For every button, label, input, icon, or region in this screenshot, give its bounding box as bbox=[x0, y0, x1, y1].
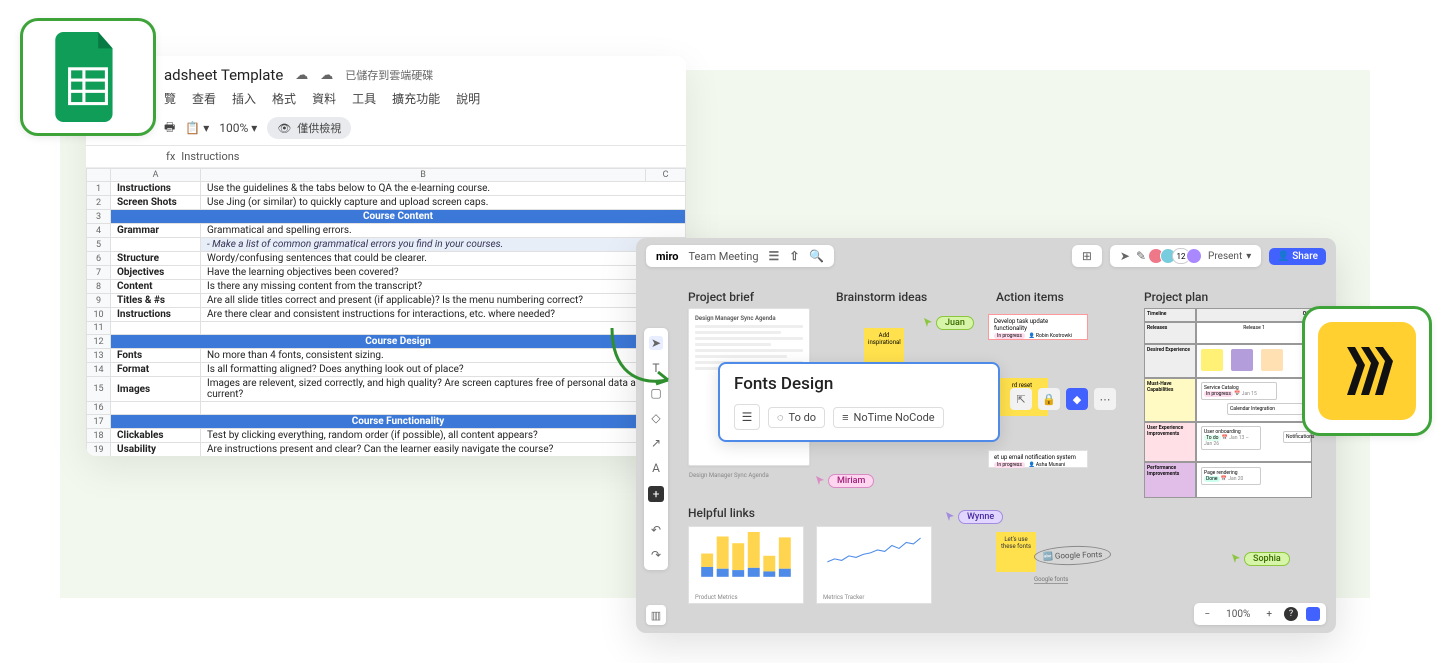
cursor-sophia: Sophia bbox=[1232, 552, 1290, 566]
miro-window: miro Team Meeting ☰ ⇧ 🔍 ⊞ ➤ ✎ 12 Present… bbox=[636, 238, 1336, 633]
plan-perf: Performance Improvements bbox=[1144, 462, 1196, 498]
frames-panel-icon[interactable]: ▥ bbox=[646, 605, 666, 625]
google-fonts-link[interactable]: 🔤 Google Fonts bbox=[1034, 545, 1112, 567]
more-icon[interactable]: ⋯ bbox=[1094, 388, 1116, 410]
sticky-fonts[interactable]: Let's use these fonts bbox=[996, 532, 1036, 572]
plan-desired: Desired Experience bbox=[1144, 344, 1196, 378]
upload-icon[interactable]: ⇧ bbox=[789, 249, 799, 263]
sheets-window: adsheet Template ☁ ☁ 已儲存到雲端硬碟 覽 查看 插入 格式… bbox=[86, 56, 686, 456]
spreadsheet-grid[interactable]: ABC1InstructionsUse the guidelines & the… bbox=[86, 168, 686, 456]
menu-insert[interactable]: 插入 bbox=[232, 90, 256, 107]
view-only-badge[interactable]: 👁僅供檢視 bbox=[267, 117, 351, 139]
menu-data[interactable]: 資料 bbox=[312, 90, 336, 107]
brief-title: Design Manager Sync Agenda bbox=[695, 315, 803, 322]
arrow-connector bbox=[606, 320, 686, 404]
help-icon[interactable]: ? bbox=[1284, 607, 1298, 621]
sheets-doc-title[interactable]: adsheet Template bbox=[164, 66, 283, 84]
avatars[interactable]: 12 bbox=[1152, 248, 1202, 264]
plan-desired-cells bbox=[1196, 344, 1312, 378]
cursor-miriam: Miriam bbox=[816, 474, 874, 488]
dashed-circle-icon: ◌ bbox=[777, 411, 784, 424]
heading-brainstorm: Brainstorm ideas bbox=[836, 290, 927, 304]
present-button[interactable]: Present ▾ bbox=[1208, 251, 1251, 262]
menu-format[interactable]: 格式 bbox=[272, 90, 296, 107]
heading-plan: Project plan bbox=[1144, 290, 1208, 304]
status-badge: In progress bbox=[994, 462, 1025, 468]
heading-brief: Project brief bbox=[688, 290, 754, 304]
print-icon[interactable]: 🖶 bbox=[164, 118, 175, 139]
clipboard-icon[interactable]: 📋 ▾ bbox=[185, 121, 209, 135]
plan-ux: User Experience Improvements bbox=[1144, 422, 1196, 462]
menu-view[interactable]: 查看 bbox=[192, 90, 216, 107]
cloud-saved-icon: ☁ bbox=[320, 68, 333, 83]
chart-product-metrics[interactable]: Product Metrics bbox=[688, 526, 804, 604]
gfonts-text[interactable]: Google fonts bbox=[1034, 576, 1068, 584]
cursor-wynne: Wynne bbox=[946, 510, 1003, 524]
zoom-level[interactable]: 100% bbox=[1222, 609, 1254, 620]
eye-icon: 👁 bbox=[277, 122, 291, 135]
zoom-out[interactable]: − bbox=[1200, 609, 1214, 620]
saved-status: 已儲存到雲端硬碟 bbox=[345, 67, 433, 83]
plan-q1: Q1 bbox=[1196, 308, 1312, 322]
chart-metrics-tracker[interactable]: Metrics Tracker bbox=[816, 526, 932, 604]
heading-links: Helpful links bbox=[688, 506, 755, 520]
action3-title: et up email notification system bbox=[994, 454, 1082, 461]
name-box[interactable]: fxInstructions bbox=[86, 146, 686, 168]
marker-icon[interactable]: ✎ bbox=[1136, 249, 1146, 263]
share-icon[interactable]: ☁ bbox=[295, 68, 308, 83]
plan-perf-cell: Page rendering Done 📅 Jan 20 bbox=[1196, 462, 1312, 498]
stack-icon: ≡ bbox=[842, 411, 848, 424]
card-popup[interactable]: Fonts Design ☰ ◌To do ≡NoTime NoCode bbox=[718, 362, 1000, 442]
search-icon[interactable]: 🔍 bbox=[809, 249, 824, 263]
plan-timeline-header: Timeline bbox=[1144, 308, 1196, 322]
ctx-highlight-icon[interactable]: ◆ bbox=[1066, 388, 1088, 410]
plan-rel1: Release 1 bbox=[1196, 322, 1312, 344]
miro-logo[interactable]: miro bbox=[656, 250, 679, 263]
action1-title: Develop task update functionality bbox=[994, 318, 1082, 332]
heading-actions: Action items bbox=[996, 290, 1064, 304]
sheets-menubar: 覽 查看 插入 格式 資料 工具 擴充功能 說明 bbox=[164, 90, 668, 107]
sheets-toolbar: 🖶 📋 ▾ 100% ▾ 👁僅供檢視 bbox=[86, 111, 686, 146]
miro-zoom-bar: − 100% + ? bbox=[1194, 603, 1326, 625]
plan-releases: Releases bbox=[1144, 322, 1196, 344]
list-icon[interactable]: ☰ bbox=[734, 404, 760, 430]
status-badge: In progress bbox=[994, 333, 1025, 339]
menu-icon[interactable]: ☰ bbox=[769, 249, 780, 263]
plan-must-cell: Service Catalog In progress 📅 Jan 15 Cal… bbox=[1196, 378, 1312, 422]
menu-extensions[interactable]: 擴充功能 bbox=[392, 90, 440, 107]
menu-help[interactable]: 說明 bbox=[456, 90, 480, 107]
apps-icon[interactable]: ⊞ bbox=[1082, 249, 1092, 263]
sheets-app-badge bbox=[20, 18, 156, 136]
plan-ux-cell: User onboarding To do 📅 Jan 13 – Jan 26 … bbox=[1196, 422, 1312, 462]
action-card-3[interactable]: et up email notification system In progr… bbox=[988, 450, 1088, 468]
card-tag-todo[interactable]: ◌To do bbox=[768, 407, 825, 428]
miro-icon bbox=[1337, 341, 1397, 401]
menu-tools[interactable]: 工具 bbox=[352, 90, 376, 107]
card-title[interactable]: Fonts Design bbox=[734, 374, 984, 394]
action-card-1[interactable]: Develop task update functionality In pro… bbox=[988, 314, 1088, 340]
plan-must: Must-Have Capabilities bbox=[1144, 378, 1196, 422]
plan-cal: Calendar Integration bbox=[1227, 403, 1303, 415]
zoom-select[interactable]: 100% ▾ bbox=[219, 121, 257, 135]
miro-app-badge bbox=[1302, 306, 1432, 436]
share-button[interactable]: 👤 Share bbox=[1269, 248, 1326, 265]
project-plan-grid[interactable]: Timeline Q1 Releases Release 1 Desired E… bbox=[1144, 308, 1312, 528]
cursor-icon[interactable]: ➤ bbox=[1120, 249, 1130, 263]
context-toolbar: ⇱ 🔒 ◆ ⋯ bbox=[1010, 388, 1116, 410]
ctx-share-icon[interactable]: ⇱ bbox=[1010, 388, 1032, 410]
cursor-juan: Juan bbox=[924, 316, 974, 330]
sheets-icon bbox=[53, 32, 123, 122]
miro-canvas[interactable]: Project brief Brainstorm ideas Action it… bbox=[636, 274, 1336, 633]
board-name[interactable]: Team Meeting bbox=[689, 250, 759, 263]
minimap-icon[interactable] bbox=[1306, 607, 1320, 621]
avatar[interactable] bbox=[1186, 248, 1202, 264]
plan-notif: Notifications bbox=[1283, 431, 1311, 443]
card-tag-team[interactable]: ≡NoTime NoCode bbox=[833, 407, 944, 428]
menu-0[interactable]: 覽 bbox=[164, 90, 176, 107]
brief-caption: Design Manager Sync Agenda bbox=[689, 472, 769, 479]
zoom-in[interactable]: + bbox=[1262, 609, 1276, 620]
lock-icon[interactable]: 🔒 bbox=[1038, 388, 1060, 410]
